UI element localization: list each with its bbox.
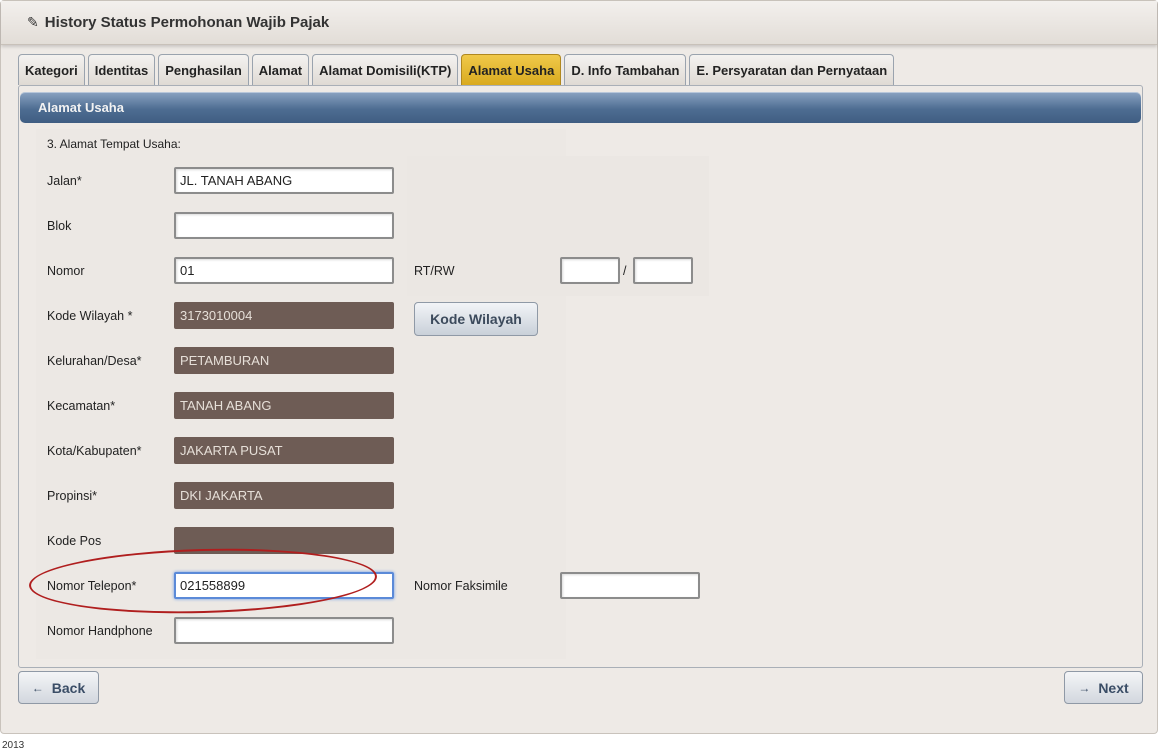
kode-wilayah-button[interactable]: Kode Wilayah (414, 302, 538, 336)
kecamatan-label: Kecamatan* (47, 399, 116, 413)
telepon-field[interactable]: 021558899 (174, 572, 394, 599)
tab-alamat-usaha[interactable]: Alamat Usaha (461, 54, 562, 85)
kode-wilayah-label: Kode Wilayah * (47, 309, 133, 323)
tab-identitas[interactable]: Identitas (87, 54, 156, 85)
tab-alamat-domisili[interactable]: Alamat Domisili(KTP) (312, 54, 459, 85)
arrow-right-icon: → (1078, 680, 1091, 695)
panel-header: Alamat Usaha (20, 92, 1141, 123)
tab-penghasilan[interactable]: Penghasilan (158, 54, 249, 85)
alamat-usaha-panel: Alamat Usaha 3. Alamat Tempat Usaha: Jal… (18, 85, 1143, 668)
window-titlebar: ✎ History Status Permohonan Wajib Pajak (1, 1, 1157, 45)
nomor-field[interactable]: 01 (174, 257, 394, 284)
tab-bar: Kategori Identitas Penghasilan Alamat Al… (18, 54, 897, 85)
kota-field: JAKARTA PUSAT (174, 437, 394, 464)
edit-icon: ✎ (27, 14, 39, 30)
jalan-label: Jalan* (47, 174, 82, 188)
tab-info-tambahan[interactable]: D. Info Tambahan (564, 54, 687, 85)
nomor-label: Nomor (47, 264, 85, 278)
kode-pos-label: Kode Pos (47, 534, 102, 548)
propinsi-label: Propinsi* (47, 489, 98, 503)
app-window: ✎ History Status Permohonan Wajib Pajak … (0, 0, 1158, 734)
propinsi-field: DKI JAKARTA (174, 482, 394, 509)
kecamatan-field: TANAH ABANG (174, 392, 394, 419)
kelurahan-field: PETAMBURAN (174, 347, 394, 374)
footer-year: 2013 (2, 740, 25, 749)
kota-label: Kota/Kabupaten* (47, 444, 142, 458)
faksimile-field[interactable] (560, 572, 700, 599)
tab-alamat[interactable]: Alamat (251, 54, 310, 85)
jalan-field[interactable]: JL. TANAH ABANG (174, 167, 394, 194)
kode-wilayah-field: 3173010004 (174, 302, 394, 329)
blok-field[interactable] (174, 212, 394, 239)
kelurahan-label: Kelurahan/Desa* (47, 354, 142, 368)
section-title: 3. Alamat Tempat Usaha: (47, 137, 181, 151)
rtrw-separator: / (623, 264, 627, 278)
handphone-label: Nomor Handphone (47, 624, 153, 638)
rw-field[interactable] (633, 257, 693, 284)
kode-pos-field (174, 527, 394, 554)
next-label: Next (1098, 679, 1129, 696)
telepon-label: Nomor Telepon* (47, 579, 137, 593)
blok-label: Blok (47, 219, 72, 233)
rt-field[interactable] (560, 257, 620, 284)
back-button[interactable]: ← Back (18, 671, 99, 704)
tab-kategori[interactable]: Kategori (18, 54, 85, 85)
rtrw-label: RT/RW (414, 264, 455, 278)
next-button[interactable]: → Next (1064, 671, 1143, 704)
arrow-left-icon: ← (31, 680, 44, 695)
faksimile-label: Nomor Faksimile (414, 579, 508, 593)
back-label: Back (51, 679, 86, 696)
handphone-field[interactable] (174, 617, 394, 644)
tab-persyaratan[interactable]: E. Persyaratan dan Pernyataan (689, 54, 895, 85)
window-title: History Status Permohonan Wajib Pajak (44, 14, 330, 31)
